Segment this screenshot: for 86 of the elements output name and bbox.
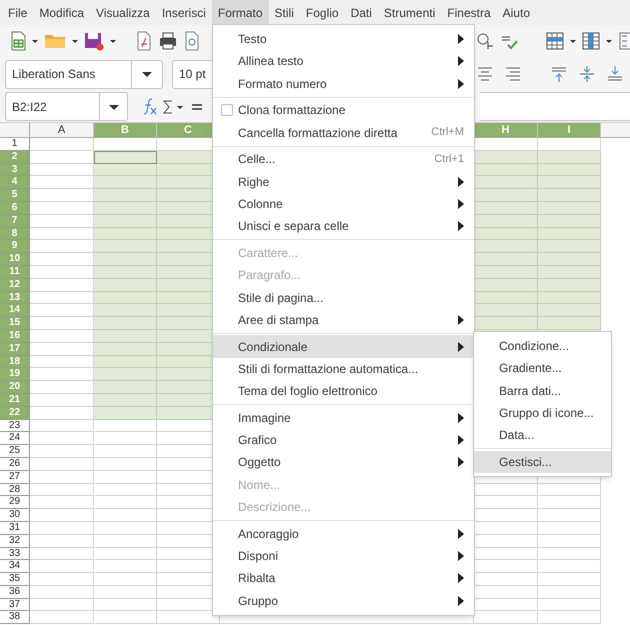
- sort-icon[interactable]: [618, 31, 630, 51]
- menu-item[interactable]: Condizione...: [474, 335, 611, 358]
- save-icon[interactable]: [84, 31, 104, 51]
- row-header[interactable]: 28: [0, 484, 30, 496]
- submenu-arrow-icon: [458, 573, 464, 584]
- formula-input[interactable]: [480, 92, 630, 121]
- submenu-arrow-icon: [458, 412, 464, 423]
- row-header[interactable]: 36: [0, 586, 30, 599]
- row-header[interactable]: 26: [0, 458, 30, 471]
- submenu-arrow-icon: [458, 550, 464, 561]
- submenu-arrow-icon: [458, 314, 464, 325]
- submenu-arrow-icon: [458, 528, 464, 539]
- submenu-arrow-icon: [458, 56, 464, 66]
- menu-item: Descrizione...: [237, 498, 312, 516]
- row-header[interactable]: 32: [0, 534, 30, 548]
- menu-item[interactable]: Celle... Ctrl+1: [213, 148, 474, 171]
- submenu-arrow-icon: [458, 342, 464, 352]
- menu-item[interactable]: Tema del foglio elettronico: [213, 380, 474, 402]
- menu-item[interactable]: Stili di formattazione automatica...: [213, 358, 474, 380]
- menu-item[interactable]: Colonne: [213, 192, 474, 216]
- menu-item[interactable]: Dati: [344, 0, 378, 25]
- submenu-arrow-icon: [458, 457, 464, 468]
- menu-item[interactable]: File: [2, 0, 34, 25]
- menu-item[interactable]: Stile di pagina...: [213, 286, 474, 309]
- submenu-arrow-icon: [458, 198, 464, 209]
- menu-item[interactable]: Aree di stampa: [213, 308, 474, 331]
- row-header[interactable]: 34: [0, 560, 30, 574]
- row-header[interactable]: 38: [0, 611, 30, 624]
- submenu-arrow-icon: [458, 176, 464, 187]
- menu-item[interactable]: Finestra: [441, 0, 497, 25]
- menu-item: Nome...: [237, 476, 282, 494]
- row-grid-icon[interactable]: [546, 31, 564, 51]
- menu-item[interactable]: Righe: [213, 170, 474, 193]
- menu-item: Carattere...: [237, 244, 300, 262]
- pdf-icon[interactable]: [136, 31, 152, 51]
- menu-item[interactable]: Formato: [212, 0, 269, 25]
- print-icon[interactable]: [158, 31, 178, 51]
- row-header[interactable]: 29: [0, 496, 30, 510]
- menu-item[interactable]: Inserisci: [156, 0, 212, 25]
- menu-item[interactable]: Data...: [474, 424, 611, 446]
- row-header[interactable]: 27: [0, 470, 30, 484]
- row-header[interactable]: 24: [0, 432, 30, 446]
- row-header[interactable]: 23: [0, 420, 30, 432]
- shortcut-label: Ctrl+M: [431, 125, 464, 140]
- row-header[interactable]: 25: [0, 445, 30, 458]
- menu-item[interactable]: Gruppo: [213, 589, 474, 612]
- row-header[interactable]: 35: [0, 573, 30, 586]
- submenu-arrow-icon: [458, 78, 464, 89]
- font-name-combo[interactable]: Liberation Sans: [5, 60, 163, 88]
- row-header[interactable]: 33: [0, 548, 30, 560]
- menu-item[interactable]: Visualizza: [90, 0, 156, 25]
- menu-item[interactable]: Strumenti: [378, 0, 442, 25]
- menu-item[interactable]: Ancoraggio: [213, 522, 474, 545]
- menu-item[interactable]: Modifica: [33, 0, 90, 25]
- menu-item: Paragrafo...: [237, 267, 302, 284]
- shortcut-label: Ctrl+1: [434, 152, 464, 168]
- menu-item[interactable]: Stili: [268, 0, 300, 25]
- submenu-arrow-icon: [458, 435, 464, 446]
- menu-item[interactable]: Clona formattazione: [213, 99, 474, 122]
- menu-item[interactable]: Aiuto: [496, 0, 536, 25]
- spreadsheet-icon[interactable]: [10, 31, 26, 51]
- menu-item[interactable]: Ribalta: [213, 567, 474, 590]
- menu-item[interactable]: Foglio: [300, 0, 345, 25]
- submenu-arrow-icon: [458, 34, 464, 44]
- name-box[interactable]: B2:I22: [5, 92, 128, 121]
- menu-item[interactable]: Oggetto: [213, 451, 474, 474]
- menu-item[interactable]: Gestisci...: [474, 450, 611, 474]
- menu-item[interactable]: Disponi: [213, 544, 474, 568]
- menu-item[interactable]: Grafico: [213, 428, 474, 452]
- menu-item[interactable]: Barra dati...: [474, 380, 611, 402]
- row-header[interactable]: 31: [0, 522, 30, 535]
- column-grid-icon[interactable]: [582, 31, 600, 51]
- submenu-arrow-icon: [458, 596, 464, 606]
- menu-item[interactable]: Condizionale: [213, 335, 474, 358]
- row-header[interactable]: 30: [0, 509, 30, 522]
- print-preview-icon[interactable]: [184, 31, 200, 51]
- submenu-arrow-icon: [458, 221, 464, 232]
- autocorrect-icon[interactable]: [476, 31, 494, 51]
- checkbox[interactable]: [221, 104, 233, 116]
- menu-item[interactable]: Unisci e separa celle: [213, 215, 474, 238]
- row-header[interactable]: 1: [0, 138, 30, 151]
- menu-item[interactable]: Gradiente...: [474, 357, 611, 380]
- menu-item[interactable]: Gruppo di icone...: [474, 402, 611, 424]
- menu-item[interactable]: Immagine: [213, 406, 474, 429]
- center-vertically-icon[interactable]: [578, 64, 596, 84]
- row-header[interactable]: 37: [0, 598, 30, 612]
